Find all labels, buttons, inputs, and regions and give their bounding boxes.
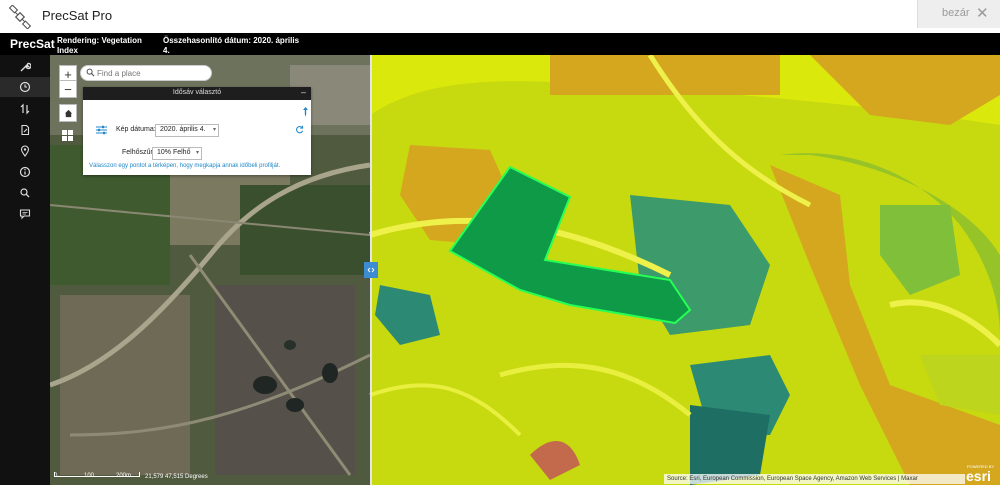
minimize-button[interactable]: –	[301, 87, 306, 97]
sidebar-item-tools[interactable]	[0, 57, 50, 77]
document-edit-icon	[21, 124, 30, 136]
scale-label-end: 200m	[116, 473, 132, 479]
sidebar-item-search[interactable]	[0, 183, 50, 203]
panel-header: Idősáv választó –	[83, 87, 311, 100]
vegetation-index-layer	[369, 55, 1000, 485]
chat-icon	[19, 209, 31, 220]
image-date-select[interactable]: 2020. április 4. ▾	[155, 124, 219, 137]
cloud-filter-select[interactable]: 10% Felhő ▾	[152, 147, 202, 160]
header-bar	[0, 33, 1000, 55]
search-box[interactable]	[80, 65, 212, 81]
search-icon	[86, 68, 95, 77]
filter-sliders-icon	[96, 125, 107, 135]
esri-logo-text: esri	[966, 468, 991, 484]
pin-icon[interactable]	[302, 107, 309, 117]
coordinate-readout: 21,579 47,515 Degrees	[145, 474, 208, 480]
sidebar	[0, 55, 50, 485]
image-date-value: 2020. április 4.	[160, 126, 206, 133]
basemap-gallery-button[interactable]	[59, 127, 75, 143]
satellite-icon	[8, 5, 32, 29]
sidebar-item-document[interactable]	[0, 120, 50, 140]
close-button[interactable]: bezár ✕	[917, 0, 1000, 28]
home-icon	[64, 109, 72, 117]
close-label: bezár	[942, 7, 970, 19]
scale-label-start: 0	[54, 473, 58, 479]
panel-title: Idősáv választó	[172, 89, 222, 96]
wrench-icon	[20, 62, 31, 72]
sidebar-item-info[interactable]	[0, 162, 50, 182]
refresh-icon[interactable]	[295, 125, 304, 134]
profile-hint-text: Válasszon egy pontot a térképen, hogy me…	[89, 163, 281, 169]
info-icon	[19, 166, 31, 178]
esri-logo: POWERED BY esri	[966, 464, 994, 484]
home-button[interactable]	[59, 104, 77, 122]
drag-arrows-icon	[367, 267, 375, 273]
app-title: PrecSat Pro	[42, 8, 113, 23]
brand-label: PrecSat	[10, 37, 55, 51]
title-bar: PrecSat Pro bezár ✕	[0, 0, 1000, 33]
clock-icon	[19, 81, 31, 93]
image-date-label: Kép dátuma:	[116, 126, 156, 133]
scale-label-mid: 100	[84, 473, 95, 479]
rendering-line1: Rendering: Vegetation	[57, 36, 142, 45]
time-period-panel: Idősáv választó – Kép dátuma: 2020. ápri…	[83, 87, 311, 175]
swipe-handle[interactable]	[364, 262, 378, 278]
cloud-filter-value: 10% Felhő	[157, 149, 191, 156]
swap-vertical-icon	[20, 103, 30, 115]
sidebar-item-location[interactable]	[0, 141, 50, 161]
search-input[interactable]	[97, 67, 205, 79]
location-pin-icon	[20, 145, 30, 157]
compare-date-line1: Összehasonlító dátum: 2020. április	[163, 36, 300, 45]
chevron-down-icon: ▾	[195, 150, 199, 156]
chevron-down-icon: ▾	[212, 127, 216, 133]
search-icon	[20, 188, 30, 198]
sidebar-item-time[interactable]	[0, 77, 50, 97]
sidebar-item-swap[interactable]	[0, 99, 50, 119]
sidebar-item-chat[interactable]	[0, 204, 50, 224]
close-icon: ✕	[976, 5, 989, 22]
map-attribution: Source: Esri, European Commission, Europ…	[664, 474, 965, 484]
grid-icon	[61, 129, 73, 141]
zoom-out-button[interactable]: −	[59, 80, 77, 98]
